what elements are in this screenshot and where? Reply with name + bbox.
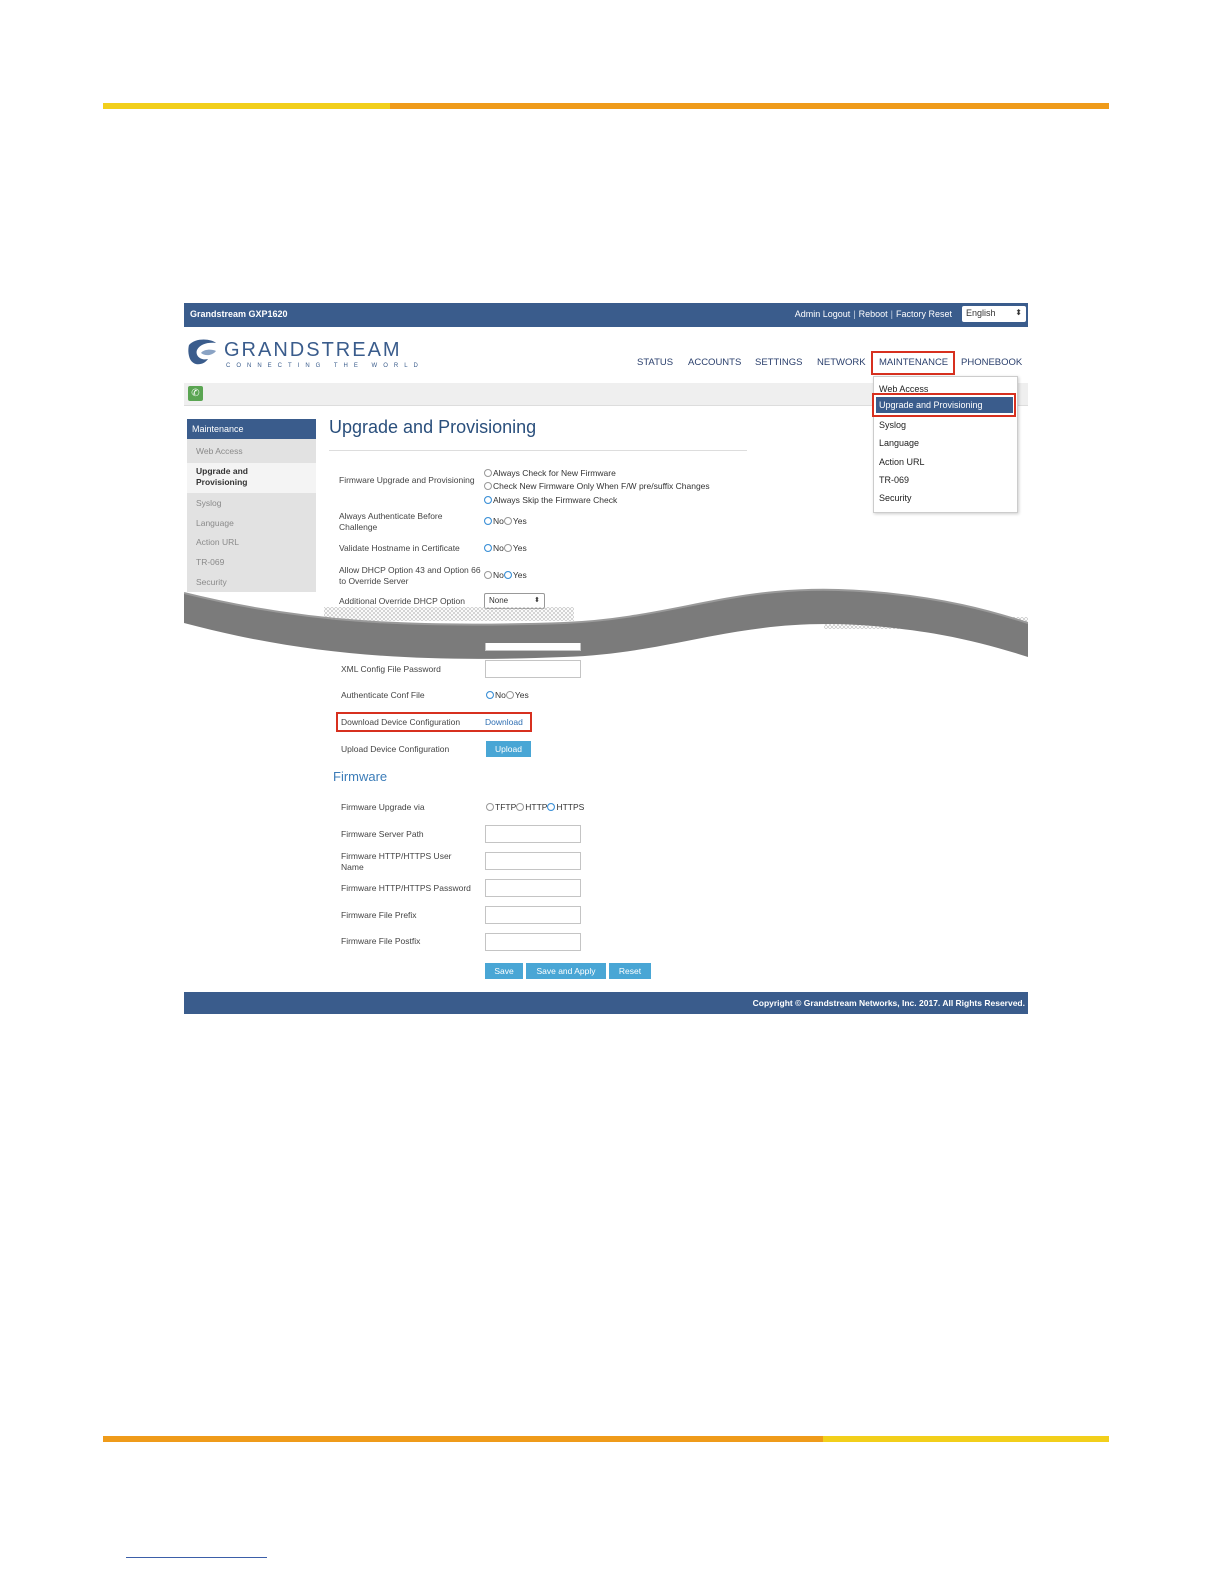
- fw-prefix-label: Firmware File Prefix: [341, 910, 417, 920]
- validate-hostname-label: Validate Hostname in Certificate: [339, 543, 460, 553]
- dropdown-item-tr069[interactable]: TR-069: [879, 475, 909, 485]
- nav-network[interactable]: NETWORK: [817, 357, 866, 368]
- auth-challenge-label: Always Authenticate Before Challenge: [339, 511, 443, 532]
- firmware-section-title: Firmware: [333, 769, 388, 784]
- radio-selected-icon: [503, 571, 512, 579]
- admin-logout-link[interactable]: Admin Logout: [795, 309, 851, 319]
- radio-icon: [505, 691, 514, 699]
- phone-icon: ✆: [188, 386, 203, 401]
- title-divider: [329, 450, 747, 451]
- xml-password-input[interactable]: [485, 660, 581, 678]
- fw-via-label: Firmware Upgrade via: [341, 802, 425, 812]
- web-ui-screenshot: Grandstream GXP1620 Admin Logout | Reboot |…: [184, 303, 1028, 1014]
- auth-challenge-radios[interactable]: No Yes: [484, 516, 527, 526]
- fw-user-input[interactable]: [485, 852, 581, 870]
- radio-icon: [484, 482, 492, 490]
- logo-swirl-icon: [188, 339, 216, 365]
- page-header-bar: [103, 103, 1109, 109]
- dropdown-item-language[interactable]: Language: [879, 438, 919, 448]
- sidebar-item-web-access[interactable]: Web Access: [196, 446, 243, 456]
- upload-button[interactable]: Upload: [486, 741, 531, 757]
- reboot-link[interactable]: Reboot: [859, 309, 888, 319]
- copyright-text: Copyright © Grandstream Networks, Inc. 2…: [752, 998, 1025, 1008]
- nav-accounts[interactable]: ACCOUNTS: [688, 357, 741, 368]
- auth-conf-radios[interactable]: No Yes: [486, 690, 529, 700]
- fw-option-always-skip[interactable]: Always Skip the Firmware Check: [484, 495, 617, 505]
- radio-selected-icon: [484, 517, 492, 525]
- radio-icon: [486, 803, 494, 811]
- fw-prefix-input[interactable]: [485, 906, 581, 924]
- footer-bar: Copyright © Grandstream Networks, Inc. 2…: [184, 992, 1028, 1014]
- nav-phonebook[interactable]: PHONEBOOK: [961, 357, 1022, 368]
- sidebar-item-tr069[interactable]: TR-069: [196, 557, 224, 567]
- xml-password-label: XML Config File Password: [341, 664, 441, 674]
- grandstream-logo: GRANDSTREAM CONNECTING THE WORLD: [186, 337, 418, 373]
- reset-button[interactable]: Reset: [609, 963, 651, 979]
- top-links: Admin Logout | Reboot | Factory Reset: [794, 309, 952, 319]
- sidebar-item-upgrade-provisioning[interactable]: Upgrade and Provisioning: [187, 463, 316, 493]
- language-select[interactable]: English ⬍: [962, 306, 1026, 322]
- logo-tagline: CONNECTING THE WORLD: [226, 363, 424, 369]
- fw-postfix-input[interactable]: [485, 933, 581, 951]
- sidebar-item-action-url[interactable]: Action URL: [196, 537, 239, 547]
- sidebar-item-language[interactable]: Language: [196, 518, 234, 528]
- fw-server-input[interactable]: [485, 825, 581, 843]
- fw-postfix-label: Firmware File Postfix: [341, 936, 421, 946]
- radio-icon: [503, 544, 512, 552]
- fw-user-label: Firmware HTTP/HTTPS User Name: [341, 851, 452, 872]
- fw-option-always-check[interactable]: Always Check for New Firmware: [484, 468, 616, 478]
- radio-selected-icon: [486, 691, 494, 699]
- dropdown-item-syslog[interactable]: Syslog: [879, 420, 906, 430]
- maintenance-highlight-box: [871, 351, 955, 375]
- fw-upgrade-label: Firmware Upgrade and Provisioning: [339, 475, 475, 485]
- footer-link-underline: [126, 1557, 267, 1558]
- page-footer-bar: [103, 1436, 1109, 1442]
- device-brand: Grandstream GXP1620: [190, 309, 288, 319]
- select-caret-icon: ⬍: [1015, 308, 1022, 317]
- radio-selected-icon: [484, 544, 492, 552]
- save-button[interactable]: Save: [485, 963, 523, 979]
- dropdown-item-action-url[interactable]: Action URL: [879, 457, 925, 467]
- upgrade-item-highlight-box: [872, 393, 1016, 417]
- page-break-tear-icon: [184, 588, 1028, 659]
- factory-reset-link[interactable]: Factory Reset: [896, 309, 952, 319]
- radio-icon: [484, 469, 492, 477]
- radio-selected-icon: [484, 496, 492, 504]
- radio-icon: [516, 803, 525, 811]
- nav-settings[interactable]: SETTINGS: [755, 357, 803, 368]
- fw-option-check-prefix[interactable]: Check New Firmware Only When F/W pre/suf…: [484, 481, 710, 491]
- sidebar: Maintenance Web Access Upgrade and Provi…: [187, 419, 316, 592]
- save-and-apply-button[interactable]: Save and Apply: [526, 963, 606, 979]
- fw-password-label: Firmware HTTP/HTTPS Password: [341, 883, 471, 893]
- sidebar-heading: Maintenance: [187, 419, 316, 439]
- nav-status[interactable]: STATUS: [637, 357, 673, 368]
- auth-conf-label: Authenticate Conf File: [341, 690, 425, 700]
- sidebar-item-syslog[interactable]: Syslog: [196, 498, 222, 508]
- partial-field-input[interactable]: [485, 643, 581, 651]
- page-title: Upgrade and Provisioning: [329, 417, 537, 437]
- dhcp-override-radios[interactable]: No Yes: [484, 570, 527, 580]
- logo-wordmark: GRANDSTREAM: [224, 339, 402, 361]
- radio-icon: [484, 571, 492, 579]
- upload-config-label: Upload Device Configuration: [341, 744, 450, 754]
- dropdown-item-security[interactable]: Security: [879, 493, 912, 503]
- fw-via-radios[interactable]: TFTP HTTP HTTPS: [486, 802, 584, 812]
- validate-hostname-radios[interactable]: No Yes: [484, 543, 527, 553]
- radio-selected-icon: [547, 803, 556, 811]
- radio-icon: [503, 517, 512, 525]
- top-bar: Grandstream GXP1620 Admin Logout | Reboot |…: [184, 303, 1028, 327]
- download-highlight-box: [336, 712, 532, 732]
- fw-server-label: Firmware Server Path: [341, 829, 424, 839]
- fw-password-input[interactable]: [485, 879, 581, 897]
